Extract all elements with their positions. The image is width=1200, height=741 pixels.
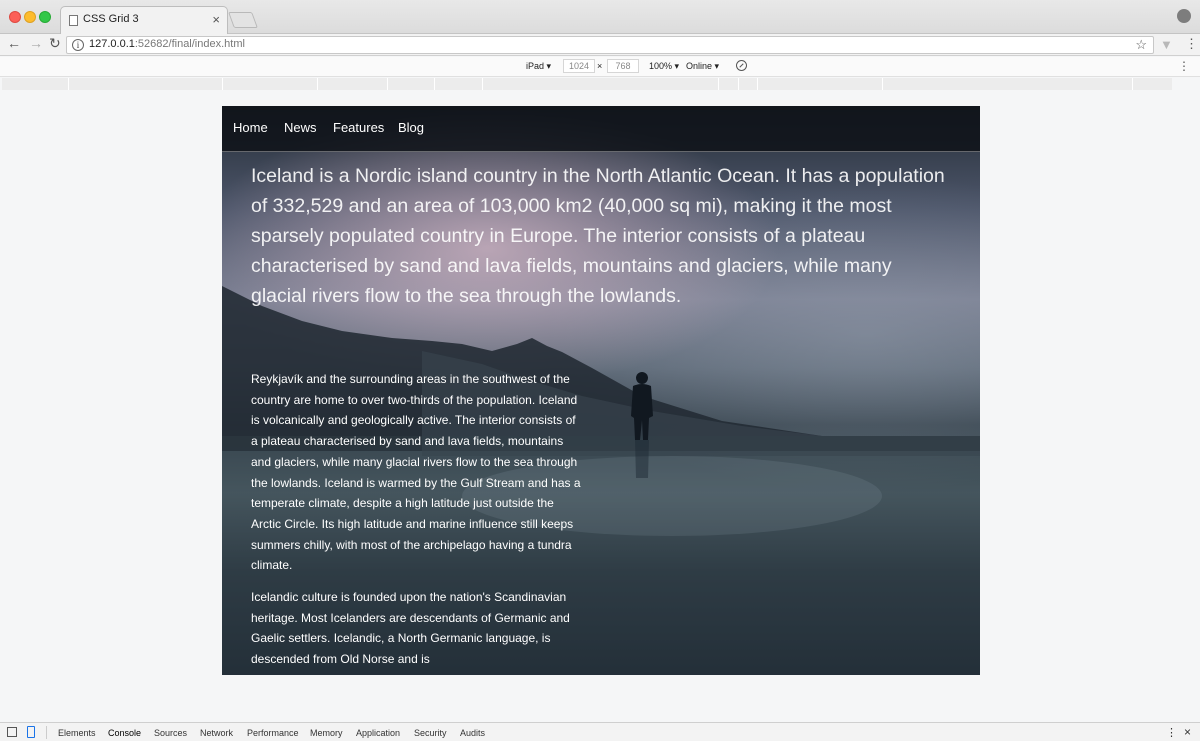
zoom-select[interactable]: 100% ▾	[649, 61, 679, 72]
dimension-separator: ×	[597, 61, 603, 71]
device-select[interactable]: iPad ▾	[526, 61, 551, 72]
article-paragraph: Icelandic culture is founded upon the na…	[251, 590, 570, 667]
media-query-divider	[387, 78, 388, 90]
devtools-tab-sources[interactable]: Sources	[154, 728, 187, 738]
height-input[interactable]: 768	[607, 59, 639, 73]
device-menu-icon[interactable]: ⋮	[1178, 59, 1190, 73]
browser-tab[interactable]: CSS Grid 3 ×	[60, 6, 228, 34]
inspect-element-icon[interactable]	[7, 727, 17, 737]
profile-icon[interactable]	[1177, 9, 1191, 23]
devtools-close-icon[interactable]: ×	[1184, 725, 1191, 739]
devtools-tab-security[interactable]: Security	[414, 728, 447, 738]
devtools-tab-performance[interactable]: Performance	[247, 728, 299, 738]
devtools-panel: Elements Console Sources Network Perform…	[0, 722, 1200, 741]
forward-icon[interactable]: →	[29, 35, 43, 51]
media-query-divider	[738, 78, 739, 90]
nav-link-blog[interactable]: Blog	[398, 120, 424, 135]
media-query-divider	[718, 78, 719, 90]
devtools-tab-memory[interactable]: Memory	[310, 728, 343, 738]
nav-link-home[interactable]: Home	[233, 120, 268, 135]
devtools-tab-application[interactable]: Application	[356, 728, 400, 738]
media-query-divider	[757, 78, 758, 90]
menu-icon[interactable]: ⋮	[1185, 36, 1198, 52]
maximize-window-button[interactable]	[39, 11, 51, 23]
rotate-icon[interactable]	[736, 60, 747, 71]
site-navigation: Home News Features Blog	[222, 106, 980, 152]
back-icon[interactable]: ←	[7, 35, 21, 51]
device-toggle-icon[interactable]	[27, 726, 35, 738]
article-body: Reykjavík and the surrounding areas in t…	[251, 369, 581, 670]
devtools-tab-network[interactable]: Network	[200, 728, 233, 738]
nav-link-features[interactable]: Features	[333, 120, 384, 135]
tab-title: CSS Grid 3	[83, 13, 139, 25]
nav-link-news[interactable]: News	[284, 120, 317, 135]
info-icon[interactable]: i	[72, 39, 84, 51]
device-toolbar: iPad ▾ 1024 × 768 100% ▾ Online ▾ ⋮	[0, 57, 1200, 77]
intro-paragraph: Iceland is a Nordic island country in th…	[251, 165, 945, 307]
media-query-divider	[317, 78, 318, 90]
close-window-button[interactable]	[9, 11, 21, 23]
document-icon	[69, 15, 78, 26]
media-query-divider	[482, 78, 483, 90]
devtools-tab-audits[interactable]: Audits	[460, 728, 485, 738]
devtools-tab-console[interactable]: Console	[108, 728, 141, 738]
width-input[interactable]: 1024	[563, 59, 595, 73]
media-query-divider	[1132, 78, 1133, 90]
extension-icon[interactable]: ▼	[1160, 37, 1173, 52]
new-tab-button[interactable]	[228, 12, 258, 28]
media-query-divider	[222, 78, 223, 90]
article-paragraph: Reykjavík and the surrounding areas in t…	[251, 372, 581, 573]
devtools-divider	[46, 726, 47, 739]
devtools-menu-icon[interactable]: ⋮	[1166, 726, 1177, 739]
browser-toolbar: ← → ↻ i 127.0.0.1:52682/final/index.html…	[0, 34, 1200, 56]
page-viewport: Home News Features Blog Iceland is a Nor…	[222, 106, 980, 675]
tab-strip: CSS Grid 3 ×	[0, 0, 1200, 34]
media-query-bar[interactable]	[2, 78, 1172, 90]
minimize-window-button[interactable]	[24, 11, 36, 23]
network-throttle-select[interactable]: Online ▾	[686, 61, 719, 72]
tab-close-icon[interactable]: ×	[212, 12, 220, 27]
star-icon[interactable]: ☆	[1135, 37, 1147, 53]
devtools-tab-elements[interactable]: Elements	[58, 728, 96, 738]
media-query-divider	[68, 78, 69, 90]
address-bar[interactable]: i 127.0.0.1:52682/final/index.html ☆	[66, 36, 1154, 54]
url-text: 127.0.0.1:52682/final/index.html	[89, 38, 245, 50]
media-query-divider	[434, 78, 435, 90]
media-query-divider	[882, 78, 883, 90]
reload-icon[interactable]: ↻	[49, 35, 61, 52]
